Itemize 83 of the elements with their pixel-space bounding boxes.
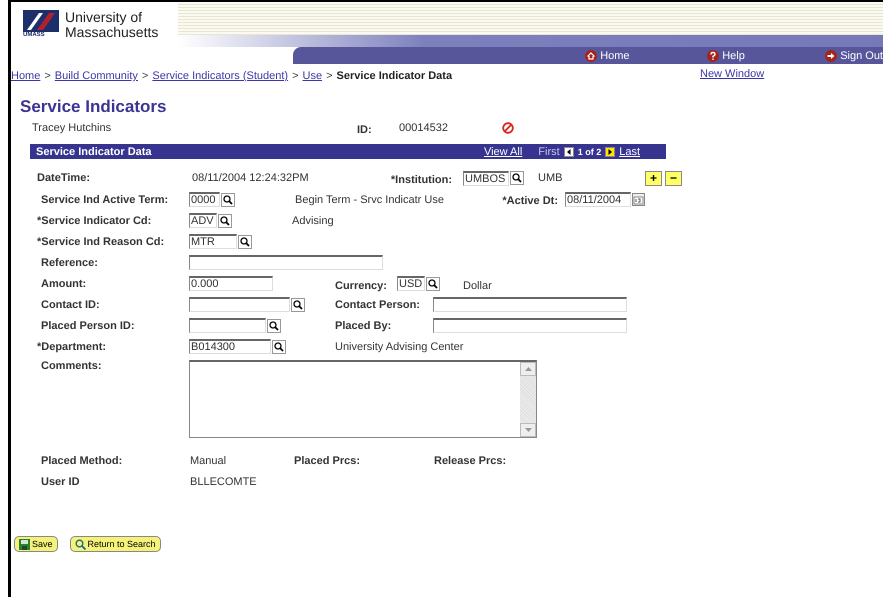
active-term-field[interactable]: 0000 [189,192,220,207]
search-icon[interactable] [221,192,235,206]
view-all-link[interactable]: View All [484,146,522,158]
search-icon[interactable] [267,318,281,332]
search-icon[interactable] [272,340,286,354]
field-label: Comments: [40,360,103,372]
university-name-line: Massachusetts [65,25,158,40]
placed-person-id-field[interactable] [189,318,266,333]
nav-link[interactable]: Home [585,50,708,62]
field-label: *Service Ind Reason Cd: [37,236,166,248]
page-count: 1 of 2 [578,146,602,156]
field-label: Placed Person ID: [40,320,136,332]
currency-field[interactable]: USD [397,276,425,291]
home-icon [585,50,598,62]
comments-field[interactable] [189,360,537,438]
save-button[interactable]: Save [14,536,58,552]
indicator-code-field[interactable]: ADV [189,213,217,228]
institution-description: UMB [538,172,564,184]
breadcrumb-link[interactable]: Use [302,70,322,82]
field-label: Currency: [335,280,388,292]
currency-description: Dollar [463,280,492,292]
last-link[interactable]: Last [619,146,640,158]
term-description: Begin Term - Srvc Indicatr Use [295,194,445,206]
user-id-value: BLLECOMTE [189,476,258,488]
datetime-value: 08/11/2004 12:24:32PM [191,172,310,184]
breadcrumb-link[interactable]: Service Indicators (Student) [152,70,288,82]
first-label: First [538,146,560,158]
field-label: Placed Prcs: [294,454,362,466]
breadcrumb-current: Service Indicator Data [336,70,452,82]
breadcrumb-separator: > [44,70,51,82]
field-label: Contact ID: [40,298,101,310]
field-label: *Department: [37,340,108,352]
id-label: ID: [357,124,373,136]
reason-code-field[interactable]: MTR [189,234,237,249]
field-label: Release Prcs: [434,454,508,466]
search-icon[interactable] [218,214,232,228]
search-icon[interactable] [291,298,305,312]
placed-method-value: Manual [189,454,228,466]
field-label: Placed By: [335,320,392,332]
nav-link[interactable]: Sign Out [825,50,883,62]
field-label: *Active Dt: [501,195,558,207]
arrow-icon [825,50,838,62]
university-name-line: University of [65,10,144,25]
active-date-field[interactable]: 08/11/2004 [565,192,631,207]
search-icon [74,538,86,550]
prohibited-icon [502,122,514,134]
field-label: User ID [40,476,81,488]
institution-field[interactable]: UMBOS [463,170,509,186]
field-label: Reference: [40,256,99,268]
contact-id-field[interactable] [189,297,290,312]
field-label: Placed Method: [40,454,124,466]
field-label: Amount: [40,278,88,290]
contact-person-field[interactable] [433,297,627,312]
field-label: *Institution: [390,174,452,186]
calendar-icon[interactable] [632,193,645,206]
search-icon[interactable] [426,276,440,290]
field-label: Contact Person: [335,298,421,310]
nav-link[interactable]: Help [707,50,826,62]
help-icon [707,50,720,62]
search-icon[interactable] [238,234,252,248]
add-row-button[interactable]: + [645,170,662,186]
student-name: Tracey Hutchins [32,122,112,134]
amount-field[interactable]: 0.000 [189,276,273,291]
section-title: Service Indicator Data [36,146,152,158]
id-value: 00014532 [399,122,449,134]
breadcrumb-separator: > [292,70,299,82]
return-to-search-button[interactable]: Return to Search [70,536,161,552]
breadcrumb-link[interactable]: Home [11,70,40,82]
field-label: Service Ind Active Term: [40,194,170,206]
breadcrumb-separator: > [326,70,333,82]
breadcrumb-separator: > [142,70,148,82]
search-icon[interactable] [510,171,524,185]
indicator-description: Advising [292,214,334,226]
new-window-link[interactable]: New Window [700,68,764,80]
department-field[interactable]: B014300 [189,339,271,354]
page-title: Service Indicators [20,97,168,117]
field-label: DateTime: [37,172,91,184]
department-description: University Advising Center [335,340,464,352]
field-label: *Service Indicator Cd: [37,214,152,226]
breadcrumb-link[interactable]: Build Community [54,70,138,82]
placed-by-field[interactable] [433,318,627,333]
reference-field[interactable] [189,255,383,270]
delete-row-button[interactable]: − [665,170,682,186]
